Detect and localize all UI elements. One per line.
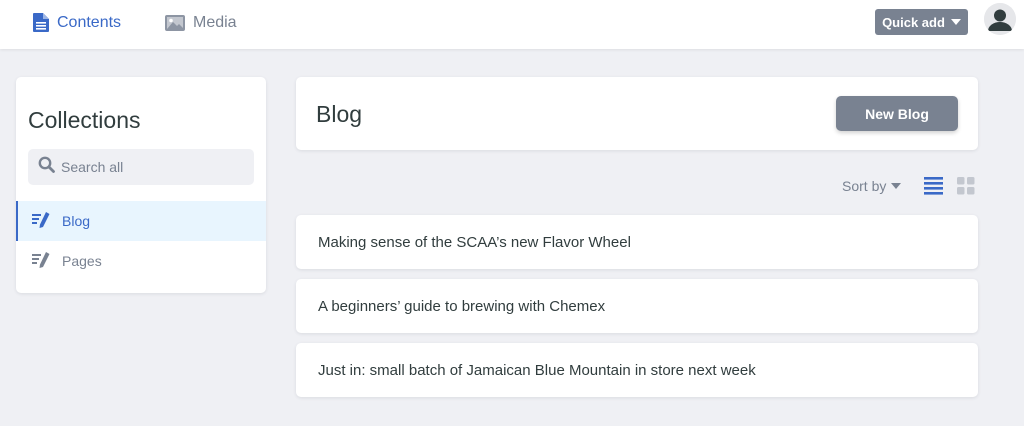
search-input[interactable] bbox=[61, 159, 241, 175]
search-box[interactable] bbox=[28, 149, 254, 185]
sidebar-item-blog-label: Blog bbox=[62, 213, 91, 229]
user-avatar-icon[interactable] bbox=[984, 3, 1016, 35]
collection-header: Blog New Blog bbox=[296, 77, 978, 150]
tab-media[interactable]: Media bbox=[165, 0, 237, 45]
sidebar-item-pages-label: Pages bbox=[62, 253, 102, 269]
sidebar-item-pages[interactable]: Pages bbox=[16, 241, 266, 281]
edit-list-icon bbox=[32, 211, 50, 231]
tab-media-label: Media bbox=[193, 13, 237, 31]
quick-add-button[interactable]: Quick add bbox=[875, 9, 968, 35]
sidebar-title: Collections bbox=[28, 107, 141, 133]
caret-down-icon bbox=[950, 19, 961, 25]
quick-add-label: Quick add bbox=[882, 14, 945, 30]
new-blog-button[interactable]: New Blog bbox=[836, 96, 958, 131]
sort-by-label: Sort by bbox=[842, 178, 887, 194]
edit-list-icon bbox=[32, 251, 50, 271]
list-view-icon[interactable] bbox=[924, 177, 943, 200]
list-item[interactable]: Making sense of the SCAA’s new Flavor Wh… bbox=[296, 215, 978, 269]
image-icon bbox=[165, 14, 185, 31]
collections-sidebar: Collections Blog bbox=[16, 77, 266, 293]
page-title: Blog bbox=[316, 101, 363, 127]
sidebar-item-blog[interactable]: Blog bbox=[16, 201, 266, 241]
document-icon bbox=[33, 13, 49, 32]
list-item[interactable]: A beginners’ guide to brewing with Cheme… bbox=[296, 279, 978, 333]
search-icon bbox=[38, 156, 55, 178]
tab-contents[interactable]: Contents bbox=[33, 0, 121, 45]
sort-by-dropdown[interactable]: Sort by bbox=[842, 177, 902, 195]
top-bar: Contents Media Quick add bbox=[0, 0, 1024, 49]
caret-down-icon bbox=[891, 183, 902, 189]
tab-contents-label: Contents bbox=[57, 13, 122, 31]
grid-view-icon[interactable] bbox=[957, 177, 975, 200]
list-item[interactable]: Just in: small batch of Jamaican Blue Mo… bbox=[296, 343, 978, 397]
